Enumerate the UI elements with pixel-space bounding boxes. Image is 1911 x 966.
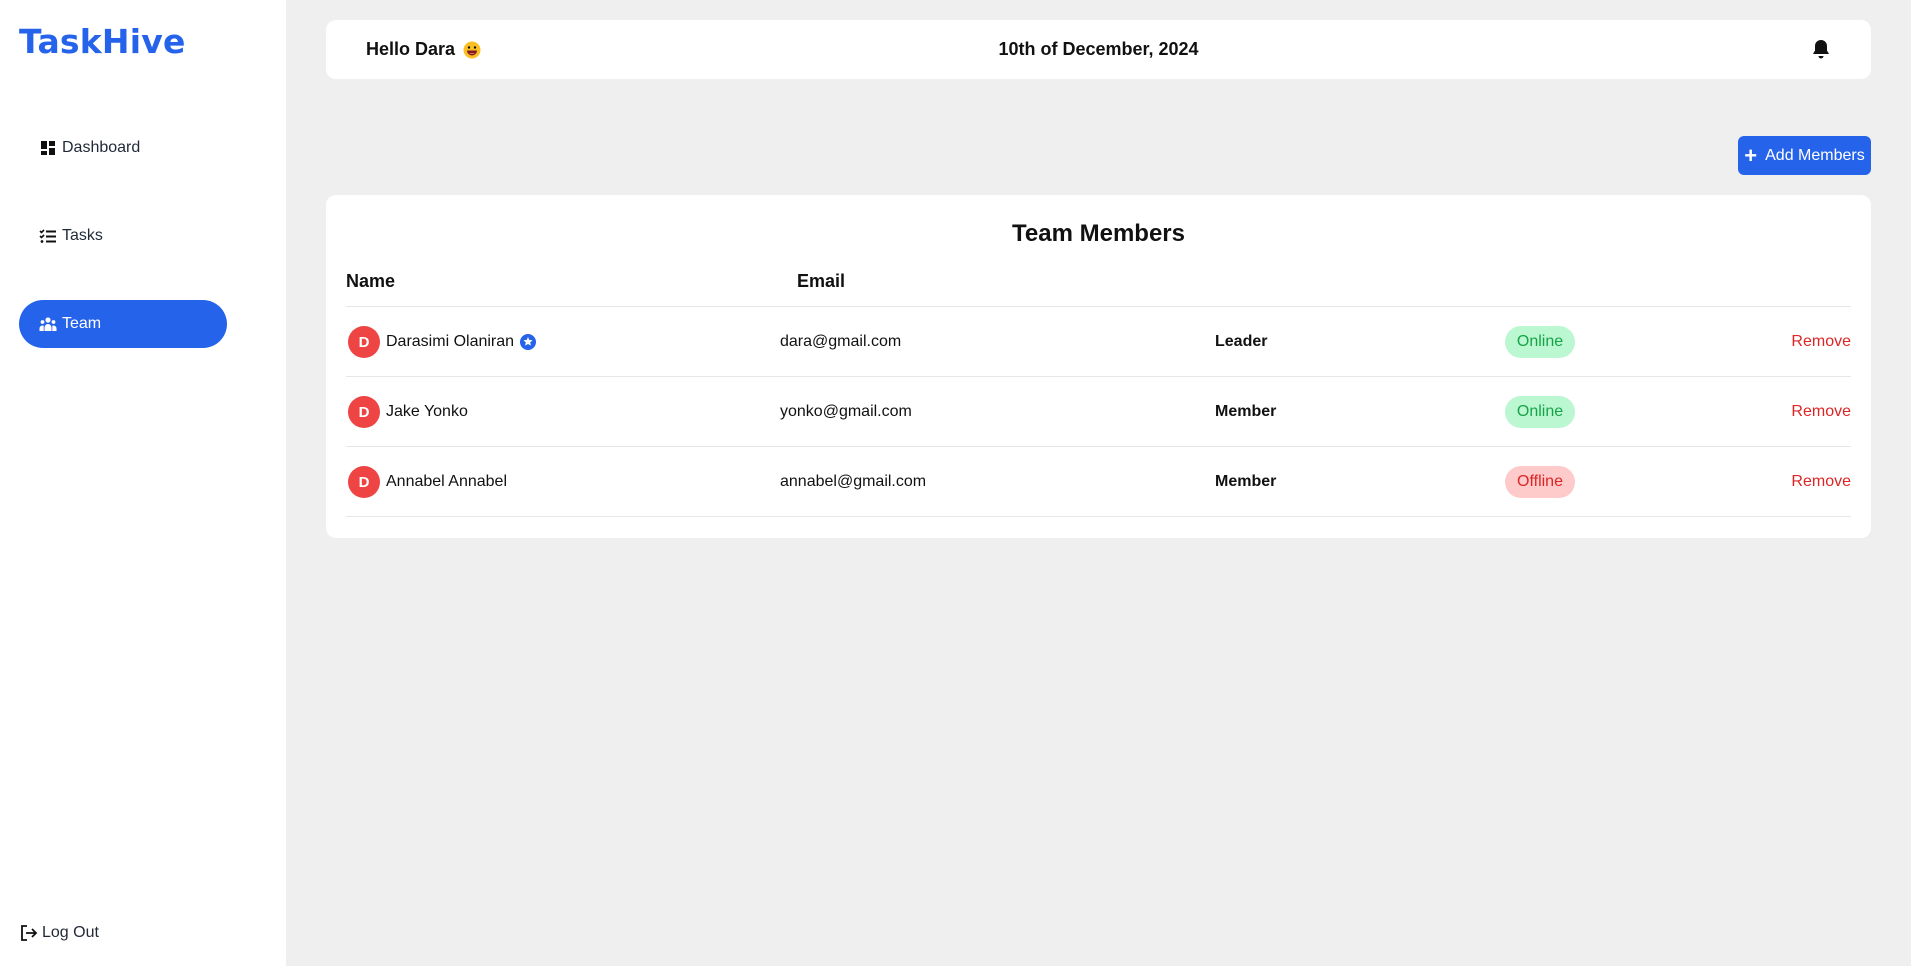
current-date: 10th of December, 2024 (998, 39, 1199, 59)
member-email: annabel@gmail.com (780, 473, 927, 490)
member-name-text: Annabel Annabel (386, 473, 507, 490)
remove-member-button[interactable]: Remove (1791, 403, 1851, 421)
team-members-title: Team Members (1012, 220, 1185, 247)
add-members-button[interactable]: + Add Members (1738, 136, 1871, 175)
status-badge: Offline (1505, 466, 1575, 498)
bell-icon[interactable] (1811, 38, 1831, 60)
column-header-email: Email (797, 271, 846, 291)
top-bar: Hello Dara 10th of December, 2024 (326, 20, 1871, 79)
sidebar-item-label: Dashboard (62, 139, 141, 156)
plus-icon: + (1744, 142, 1758, 168)
member-role: Leader (1215, 333, 1268, 350)
table-row: D Jake Yonko yonko@gmail.com Member Onli… (346, 377, 1851, 447)
column-header-name: Name (346, 271, 396, 291)
avatar: D (348, 466, 380, 498)
status-badge: Online (1505, 396, 1575, 428)
member-role: Member (1215, 403, 1277, 420)
member-name-text: Darasimi Olaniran (386, 333, 515, 350)
app-logo: TaskHive (19, 22, 186, 61)
logout-button[interactable]: Log Out (20, 924, 99, 942)
table-row: D Annabel Annabel annabel@gmail.com Memb… (346, 447, 1851, 517)
sidebar-item-label: Team (62, 315, 102, 332)
logout-label: Log Out (42, 924, 99, 941)
avatar: D (348, 326, 380, 358)
member-email: dara@gmail.com (780, 333, 902, 350)
sidebar-item-label: Tasks (62, 227, 103, 244)
sidebar-item-dashboard[interactable]: Dashboard (19, 124, 227, 172)
member-name-text: Jake Yonko (386, 403, 468, 420)
logout-icon (20, 924, 38, 942)
status-badge: Online (1505, 326, 1575, 358)
team-icon (39, 315, 57, 333)
member-email: yonko@gmail.com (780, 403, 912, 420)
sidebar-item-team[interactable]: Team (19, 300, 227, 348)
add-members-label: Add Members (1765, 146, 1865, 164)
dashboard-icon (39, 139, 57, 157)
sidebar-item-tasks[interactable]: Tasks (19, 212, 227, 260)
member-name: Darasimi Olaniran (386, 333, 537, 351)
task-list-icon (39, 227, 57, 245)
avatar: D (348, 396, 380, 428)
team-members-card: Team Members Name Email D Darasimi Olani… (326, 195, 1871, 538)
table-row: D Darasimi Olaniran dara@gmail.com Leade… (346, 307, 1851, 377)
sidebar: TaskHive Dashboard Tasks Team Log Out (0, 0, 286, 966)
remove-member-button[interactable]: Remove (1791, 473, 1851, 491)
member-role: Member (1215, 473, 1277, 490)
member-name: Jake Yonko (386, 403, 468, 421)
member-name: Annabel Annabel (386, 473, 507, 491)
leader-star-icon (519, 333, 537, 351)
remove-member-button[interactable]: Remove (1791, 333, 1851, 351)
